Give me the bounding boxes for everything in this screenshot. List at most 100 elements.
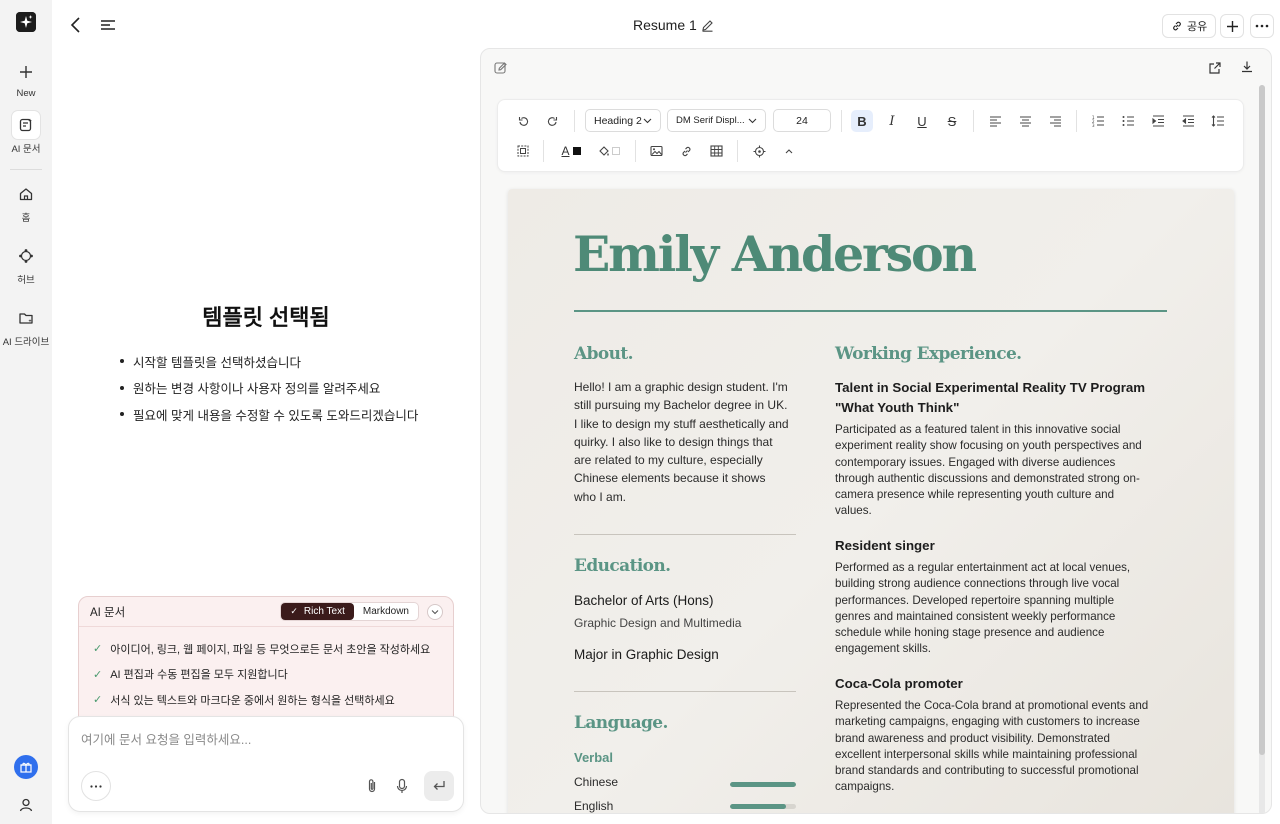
markdown-option[interactable]: Markdown bbox=[354, 603, 418, 620]
align-center-icon[interactable] bbox=[1014, 110, 1036, 132]
more-button[interactable] bbox=[1250, 14, 1274, 38]
toolbar-divider bbox=[635, 140, 636, 162]
about-line: quirky. I also like to design things tha… bbox=[574, 434, 773, 449]
text-color-icon[interactable]: A bbox=[556, 140, 586, 162]
align-right-icon[interactable] bbox=[1044, 110, 1066, 132]
indent-icon[interactable] bbox=[1147, 110, 1169, 132]
paperclip-icon[interactable] bbox=[363, 777, 381, 795]
bold-icon[interactable]: B bbox=[851, 110, 873, 132]
link-icon[interactable] bbox=[675, 140, 697, 162]
about-line: who I am. bbox=[574, 489, 627, 504]
list-item: 시작할 템플릿을 선택하셨습니다 bbox=[120, 348, 418, 375]
rail-divider bbox=[10, 169, 42, 170]
language-subheading: Verbal bbox=[574, 750, 614, 765]
strikethrough-icon[interactable]: S bbox=[941, 110, 963, 132]
back-arrow-icon[interactable] bbox=[66, 15, 86, 35]
job-line: through authentic discussions and demons… bbox=[835, 471, 1140, 485]
chevron-up-icon[interactable] bbox=[778, 140, 800, 162]
add-button[interactable] bbox=[1220, 14, 1244, 38]
table-icon[interactable] bbox=[705, 140, 727, 162]
heading-style-select[interactable]: Heading 2 bbox=[585, 109, 661, 132]
highlight-color-icon[interactable] bbox=[594, 140, 624, 162]
undo-icon[interactable] bbox=[512, 110, 534, 132]
bullet-list-icon[interactable] bbox=[1117, 110, 1139, 132]
edit-icon[interactable] bbox=[493, 60, 509, 76]
resume-page[interactable]: Emily Anderson About. Hello! I am a grap… bbox=[508, 189, 1234, 813]
underline-icon[interactable]: U bbox=[911, 110, 933, 132]
prompt-input-box[interactable]: 여기에 문서 요청을 입력하세요... bbox=[68, 716, 464, 812]
section-divider bbox=[574, 534, 796, 535]
job-line: contemporary issues. Engaged with divers… bbox=[835, 455, 1116, 469]
align-left-icon[interactable] bbox=[984, 110, 1006, 132]
list-item: ✓ AI 편집과 수동 편집을 모두 지원합니다 bbox=[93, 662, 453, 688]
job-description: Represented the Coca-Cola brand at promo… bbox=[835, 698, 1175, 796]
format-toolbar: Heading 2 DM Serif Displ... 24 B I U S 1… bbox=[497, 99, 1244, 172]
rich-text-label: Rich Text bbox=[303, 606, 345, 617]
toolbar-divider bbox=[574, 110, 575, 132]
font-size-input[interactable]: 24 bbox=[773, 109, 831, 132]
redo-icon[interactable] bbox=[541, 110, 563, 132]
job-line: engagement skills. bbox=[835, 642, 932, 656]
language-name: English bbox=[574, 799, 614, 813]
job-line: brand standards and contributing to succ… bbox=[835, 764, 1139, 778]
job-line: campaigns. bbox=[835, 780, 895, 794]
scrollbar[interactable] bbox=[1259, 85, 1265, 813]
user-icon[interactable] bbox=[16, 795, 36, 815]
toolbar-divider bbox=[543, 140, 544, 162]
line-height-icon[interactable] bbox=[1206, 110, 1228, 132]
share-button[interactable]: 공유 bbox=[1162, 14, 1217, 38]
prompt-input[interactable]: 여기에 문서 요청을 입력하세요... bbox=[81, 729, 251, 748]
about-line: are related to my culture, especially bbox=[574, 453, 763, 468]
numbered-list-icon[interactable]: 123 bbox=[1087, 110, 1109, 132]
ai-card-header: AI 문서 ✓ Rich Text Markdown bbox=[79, 597, 453, 627]
more-icon bbox=[90, 784, 102, 788]
degree-title: Bachelor of Arts (Hons) bbox=[574, 593, 714, 608]
rail-item-ai-docs[interactable]: AI 문서 bbox=[0, 111, 52, 155]
download-icon[interactable] bbox=[1239, 59, 1255, 75]
font-family-select[interactable]: DM Serif Displ... bbox=[667, 109, 766, 132]
home-icon bbox=[12, 180, 40, 208]
doc-title[interactable]: Resume 1 bbox=[633, 17, 714, 33]
image-icon[interactable] bbox=[645, 140, 667, 162]
outdent-icon[interactable] bbox=[1177, 110, 1199, 132]
rail-item-label: 허브 bbox=[17, 275, 35, 286]
list-item: ✓ 서식 있는 텍스트와 마크다운 중에서 원하는 형식을 선택하세요 bbox=[93, 687, 453, 713]
hub-icon bbox=[12, 242, 40, 270]
target-icon[interactable] bbox=[748, 140, 770, 162]
rail-item-label: New bbox=[16, 88, 36, 99]
rail-item-home[interactable]: 홈 bbox=[0, 180, 52, 224]
share-label: 공유 bbox=[1187, 21, 1208, 33]
job-line: excellent interpersonal skills while mai… bbox=[835, 747, 1138, 761]
rail-item-hub[interactable]: 허브 bbox=[0, 242, 52, 286]
check-icon: ✓ bbox=[93, 643, 103, 656]
chevron-down-icon bbox=[643, 118, 652, 123]
ai-card-features: ✓ 아이디어, 링크, 웹 페이지, 파일 등 무엇으로든 문서 초안을 작성하세… bbox=[79, 627, 453, 713]
font-size-value: 24 bbox=[796, 114, 808, 127]
more-options-button[interactable] bbox=[81, 771, 111, 801]
menu-icon[interactable] bbox=[98, 15, 118, 35]
ai-card-title: AI 문서 bbox=[90, 606, 126, 619]
select-all-icon[interactable] bbox=[512, 140, 534, 162]
check-icon: ✓ bbox=[290, 606, 298, 616]
job-line: genres and maintained consistent weekly … bbox=[835, 609, 1116, 623]
app-logo-icon[interactable] bbox=[16, 12, 36, 32]
job-title-line: Coca-Cola promoter bbox=[835, 676, 963, 691]
italic-icon[interactable]: I bbox=[881, 110, 903, 132]
education-heading: Education. bbox=[574, 556, 671, 576]
check-icon: ✓ bbox=[93, 668, 103, 681]
about-heading: About. bbox=[574, 344, 634, 364]
toolbar-divider bbox=[841, 110, 842, 132]
chevron-down-icon[interactable] bbox=[427, 603, 443, 620]
pencil-icon bbox=[702, 19, 713, 32]
send-button[interactable] bbox=[424, 771, 454, 801]
open-external-icon[interactable] bbox=[1207, 60, 1223, 76]
microphone-icon[interactable] bbox=[393, 777, 411, 795]
scrollbar-thumb[interactable] bbox=[1259, 85, 1265, 755]
rail-item-new[interactable]: New bbox=[0, 58, 52, 99]
gift-icon[interactable] bbox=[14, 755, 38, 779]
list-item: 필요에 맞게 내용을 수정할 수 있도록 도와드리겠습니다 bbox=[120, 401, 418, 428]
language-level-fill bbox=[730, 804, 787, 809]
rail-item-ai-drive[interactable]: AI 드라이브 bbox=[0, 304, 52, 348]
enter-icon bbox=[433, 781, 445, 790]
rich-text-option[interactable]: ✓ Rich Text bbox=[281, 603, 354, 620]
